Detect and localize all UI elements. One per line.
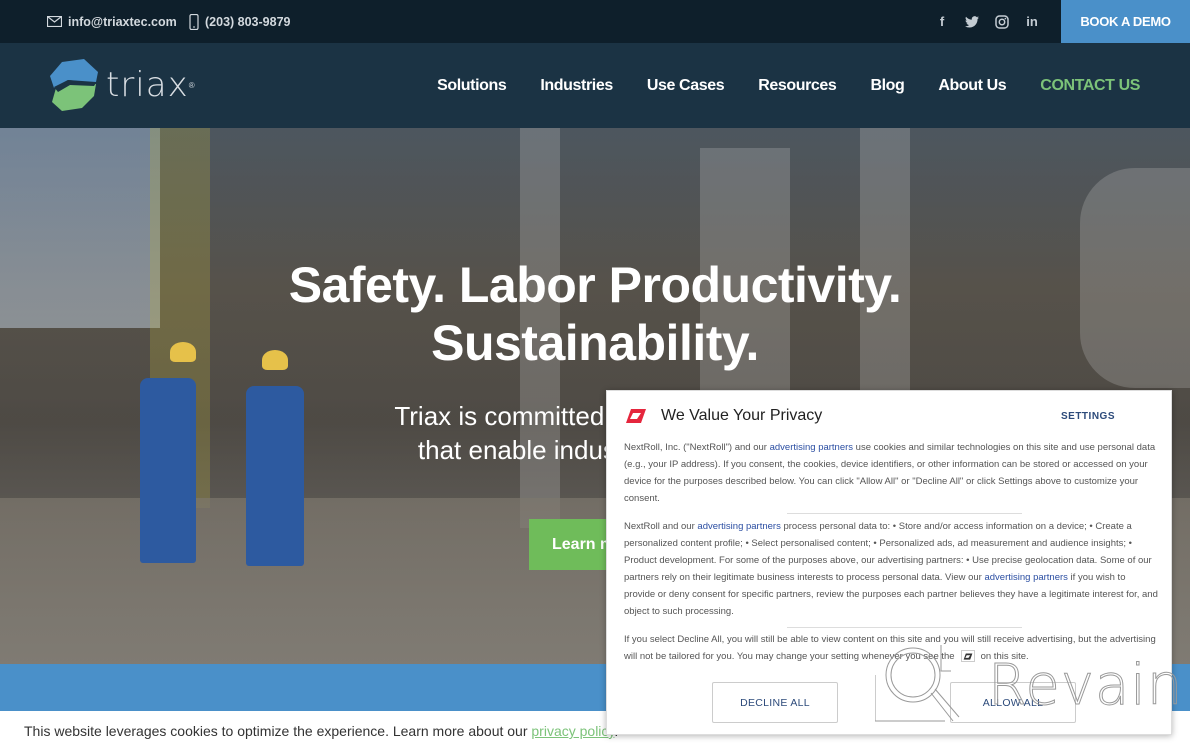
social-links: f in — [934, 0, 1040, 43]
consent-text: NextRoll and our — [624, 521, 698, 532]
nextroll-logo-icon — [626, 409, 646, 423]
consent-text: NextRoll, Inc. ("NextRoll") and our — [624, 442, 770, 453]
privacy-consent-dialog: We Value Your Privacy SETTINGS NextRoll,… — [606, 390, 1172, 735]
consent-divider — [787, 627, 1022, 628]
consent-header: We Value Your Privacy — [625, 407, 822, 425]
phone-text: (203) 803-9879 — [205, 14, 291, 29]
nav-item-about-us[interactable]: About Us — [938, 77, 1006, 95]
triax-logo[interactable]: triax ® — [48, 58, 195, 112]
nav-menu: Solutions Industries Use Cases Resources… — [437, 43, 1140, 128]
phone-icon — [189, 13, 199, 30]
consent-settings-link[interactable]: SETTINGS — [1061, 411, 1115, 422]
linkedin-icon[interactable]: in — [1024, 14, 1040, 29]
consent-paragraph-decline: If you select Decline All, you will stil… — [624, 631, 1159, 665]
twitter-icon[interactable] — [964, 15, 980, 28]
consent-text: If you select Decline All, you will stil… — [624, 634, 1156, 662]
allow-all-button[interactable]: ALLOW ALL — [950, 682, 1076, 723]
cookie-notice-message: This website leverages cookies to optimi… — [24, 723, 532, 739]
logo-text: triax — [106, 65, 189, 105]
advertising-partners-link[interactable]: advertising partners — [697, 521, 780, 532]
consent-text: on this site. — [980, 651, 1029, 662]
nav-item-resources[interactable]: Resources — [758, 77, 837, 95]
phone-link[interactable]: (203) 803-9879 — [189, 0, 290, 43]
advertising-partners-link[interactable]: advertising partners — [984, 572, 1067, 583]
nav-item-contact-us[interactable]: CONTACT US — [1040, 77, 1140, 95]
email-link[interactable]: info@triaxtec.com — [47, 0, 177, 43]
nav-item-blog[interactable]: Blog — [870, 77, 904, 95]
advertising-partners-link[interactable]: advertising partners — [770, 442, 853, 453]
hero-headline: Safety. Labor Productivity. Sustainabili… — [0, 256, 1190, 372]
logo-registered-mark: ® — [188, 80, 195, 90]
top-bar: info@triaxtec.com (203) 803-9879 f in BO… — [0, 0, 1190, 43]
facebook-icon[interactable]: f — [934, 14, 950, 29]
instagram-icon[interactable] — [994, 14, 1010, 29]
cookie-notice-text: This website leverages cookies to optimi… — [24, 723, 618, 739]
email-text: info@triaxtec.com — [68, 14, 177, 29]
nav-item-solutions[interactable]: Solutions — [437, 77, 507, 95]
hero-headline-line2: Sustainability. — [431, 315, 759, 371]
triax-logo-icon — [50, 59, 98, 111]
main-nav: triax ® Solutions Industries Use Cases R… — [0, 43, 1190, 128]
book-demo-button[interactable]: BOOK A DEMO — [1061, 0, 1190, 43]
hero-headline-line1: Safety. Labor Productivity. — [288, 257, 902, 313]
consent-paragraph-purposes: NextRoll and our advertising partners pr… — [624, 518, 1159, 620]
consent-title: We Value Your Privacy — [661, 407, 823, 424]
nav-item-industries[interactable]: Industries — [540, 77, 613, 95]
nextroll-settings-icon — [960, 650, 975, 663]
consent-paragraph-intro: NextRoll, Inc. ("NextRoll") and our adve… — [624, 439, 1159, 507]
consent-divider — [787, 513, 1022, 514]
mail-icon — [47, 16, 62, 27]
privacy-policy-link[interactable]: privacy policy — [531, 723, 614, 739]
nav-item-use-cases[interactable]: Use Cases — [647, 77, 725, 95]
decline-all-button[interactable]: DECLINE ALL — [712, 682, 838, 723]
